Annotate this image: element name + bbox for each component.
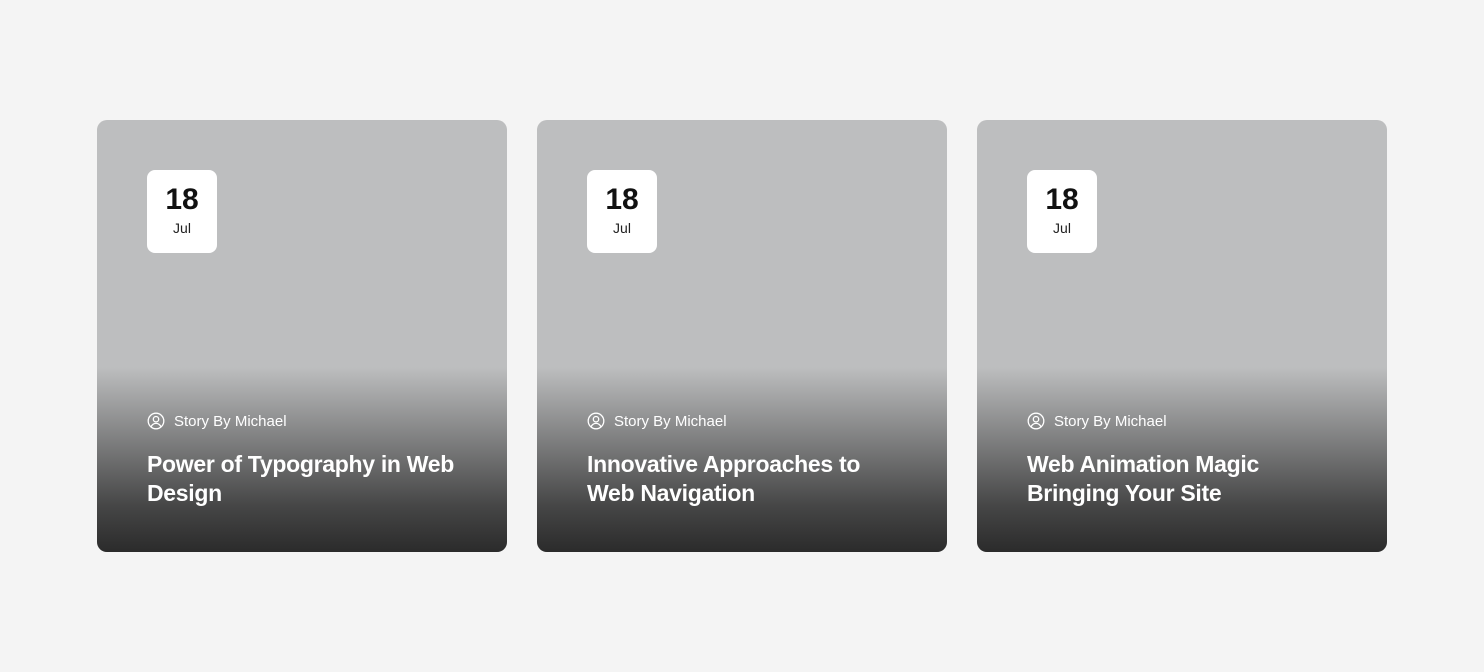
card-title[interactable]: Web Animation Magic Bringing Your Site	[1027, 450, 1347, 508]
date-day: 18	[1045, 183, 1079, 216]
date-day: 18	[165, 183, 199, 216]
date-day: 18	[605, 183, 639, 216]
date-badge: 18 Jul	[147, 170, 217, 253]
date-month: Jul	[613, 220, 631, 236]
author-label: Story By Michael	[614, 412, 727, 430]
card-title[interactable]: Power of Typography in Web Design	[147, 450, 467, 508]
author-label: Story By Michael	[1054, 412, 1167, 430]
user-circle-icon	[147, 412, 165, 430]
date-month: Jul	[1053, 220, 1071, 236]
blog-card[interactable]: 18 Jul Story By Michael Power of Typogra…	[97, 120, 507, 552]
author-meta: Story By Michael	[147, 412, 287, 430]
card-title[interactable]: Innovative Approaches to Web Navigation	[587, 450, 907, 508]
user-circle-icon	[1027, 412, 1045, 430]
date-month: Jul	[173, 220, 191, 236]
blog-card-list: 18 Jul Story By Michael Power of Typogra…	[97, 120, 1387, 552]
user-circle-icon	[587, 412, 605, 430]
author-label: Story By Michael	[174, 412, 287, 430]
author-meta: Story By Michael	[1027, 412, 1167, 430]
blog-card[interactable]: 18 Jul Story By Michael Web Animation Ma…	[977, 120, 1387, 552]
blog-card[interactable]: 18 Jul Story By Michael Innovative Appro…	[537, 120, 947, 552]
author-meta: Story By Michael	[587, 412, 727, 430]
date-badge: 18 Jul	[587, 170, 657, 253]
date-badge: 18 Jul	[1027, 170, 1097, 253]
